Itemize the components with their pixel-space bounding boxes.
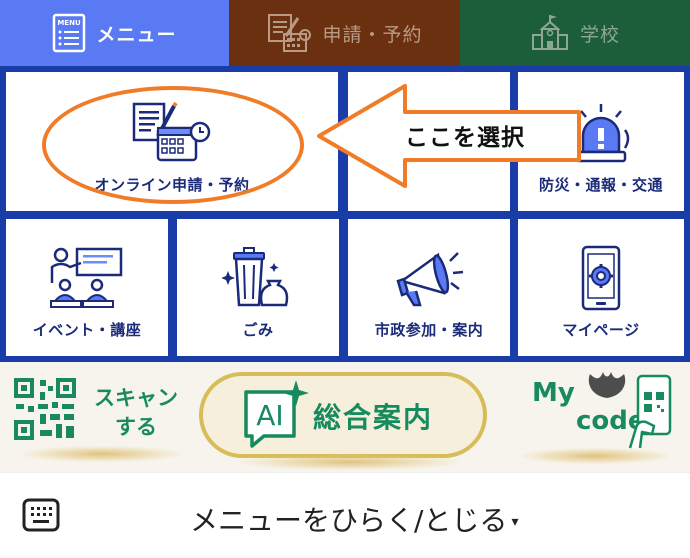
tab-application-label: 申請・予約 [322,23,423,46]
my-code-glow [520,448,670,464]
menu-toggle-label: メニューをひらく/とじる [190,504,508,537]
garbage-icon [222,247,289,307]
scan-button[interactable]: スキャン する [0,362,200,472]
tab-school-label: 学校 [579,23,620,46]
menu-item-label: オンライン申請・予約 [94,176,250,194]
keyboard-icon[interactable] [22,498,60,532]
callout-text: ここを選択 [405,125,525,151]
menu-item-label: マイページ [562,321,640,339]
menu-item-label: イベント・講座 [32,321,142,339]
online-application-icon [132,102,211,162]
menu-toggle-bar: メニューをひらく/とじる ▾ [0,472,690,558]
scan-glow [22,446,182,462]
rich-menu-screen: MENU メニュー 申請・予約 学校 オンライン申請・予約 防災・通報・交通 イ… [0,0,690,558]
menu-item-online-application[interactable]: オンライン申請・予約 [6,72,338,211]
ai-badge-text: AI [256,399,283,432]
caret-down-icon: ▾ [511,514,519,530]
menu-item-civic-participation[interactable]: 市政参加・案内 [348,219,510,356]
tab-menu-label: メニュー [96,23,177,46]
shortcut-banner: スキャン する 総合案内 AI My code [0,362,690,472]
leaf-logo-icon [588,372,626,398]
scan-label: スキャン する [84,384,188,442]
menu-item-label: ごみ [242,321,274,339]
ai-glow [240,454,460,470]
application-icon [268,14,312,52]
tab-school[interactable]: 学校 [460,0,690,66]
ai-badge-icon: AI [244,380,309,448]
menu-item-label: 市政参加・案内 [374,321,484,339]
menu-item-garbage[interactable]: ごみ [177,219,339,356]
smartphone-gear-icon [581,245,621,311]
scan-label-line1: スキャン [94,386,178,410]
phone-qr-icon [628,374,672,449]
tab-bar: MENU メニュー 申請・予約 学校 [0,0,690,66]
menu-icon-text: MENU [58,19,82,27]
my-code-line1: My [532,378,575,408]
my-code-button[interactable]: My code [520,362,690,472]
tab-menu[interactable]: MENU メニュー [0,0,229,66]
menu-toggle-button[interactable]: メニューをひらく/とじる ▾ [190,499,518,539]
menu-item-events-lectures[interactable]: イベント・講座 [6,219,168,356]
ai-guide-label: 総合案内 [313,401,434,434]
lecture-icon [50,247,123,308]
menu-icon: MENU [53,13,86,53]
tab-application[interactable]: 申請・予約 [229,0,460,66]
menu-item-my-page[interactable]: マイページ [518,219,684,356]
megaphone-icon [396,252,464,307]
school-icon [531,15,568,50]
qr-code-icon [14,378,76,440]
scan-label-line2: する [115,415,157,439]
